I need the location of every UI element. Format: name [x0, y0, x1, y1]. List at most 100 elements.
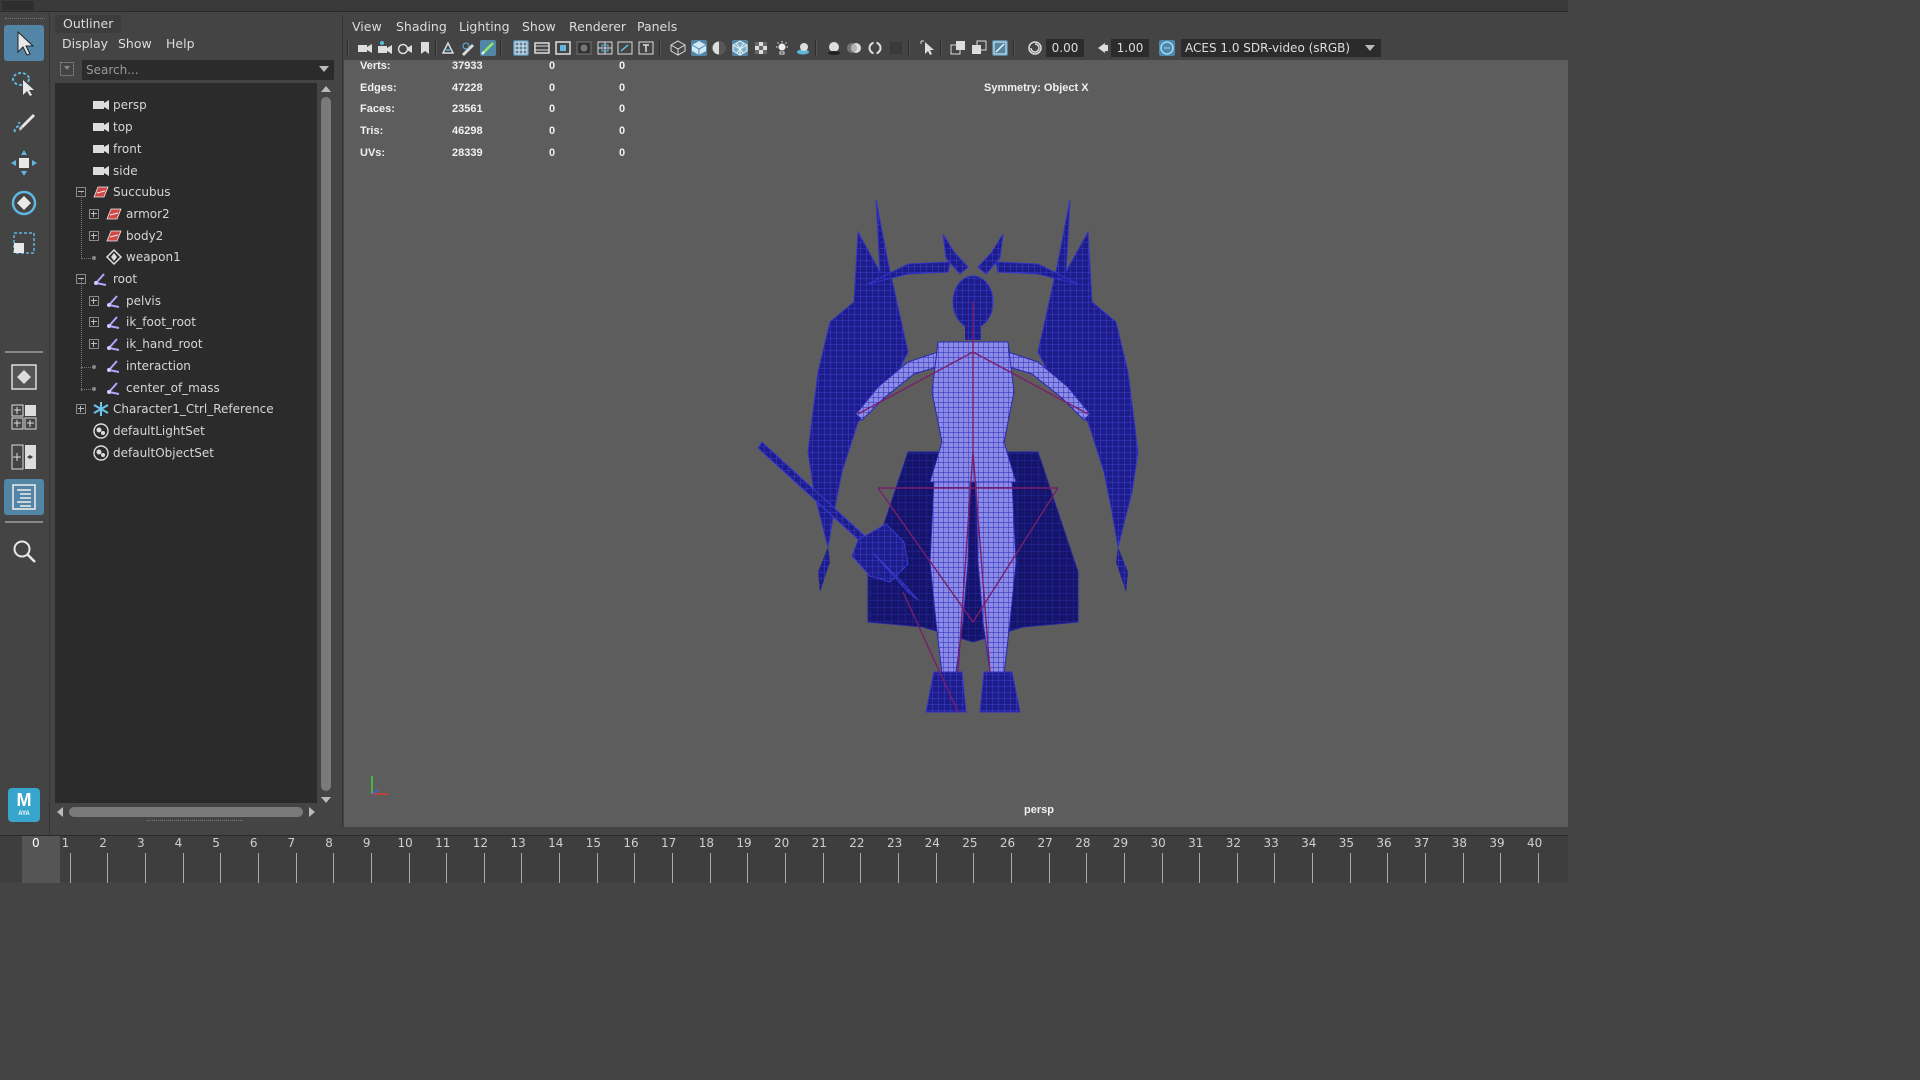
safe-title-icon[interactable] [638, 40, 654, 56]
field-chart-icon[interactable] [597, 40, 613, 56]
scroll-thumb[interactable] [321, 97, 331, 791]
search-tool-button[interactable] [4, 533, 44, 569]
outliner-item-character-ctrl-reference[interactable]: Character1_Ctrl_Reference [55, 399, 317, 420]
camera-attributes-icon[interactable] [377, 40, 393, 56]
filter-icon[interactable] [59, 61, 75, 77]
menu-help[interactable]: Help [166, 36, 195, 51]
outliner-item-center-of-mass[interactable]: center_of_mass [55, 378, 317, 399]
gamma-icon[interactable] [1094, 40, 1110, 56]
toolbar-divider [908, 40, 910, 56]
two-d-pan-zoom-icon[interactable] [440, 40, 456, 56]
side-by-side-layout-button[interactable] [4, 439, 44, 475]
exposure-field[interactable]: 0.00 [1046, 39, 1084, 57]
outliner-item-root[interactable]: root [55, 269, 317, 290]
four-view-layout-button[interactable] [4, 399, 44, 435]
wireframe-brush-icon[interactable] [480, 40, 496, 56]
menu-display[interactable]: Display [62, 36, 108, 51]
outliner-item-default-object-set[interactable]: defaultObjectSet [55, 443, 317, 464]
search-dropdown-icon[interactable] [319, 66, 329, 72]
textured-icon[interactable] [753, 40, 769, 56]
color-space-dropdown[interactable]: ACES 1.0 SDR-video (sRGB) [1181, 39, 1381, 57]
scroll-thumb[interactable] [69, 807, 303, 817]
screen-space-ao-icon[interactable] [826, 40, 842, 56]
outliner-item-body2[interactable]: body2 [55, 226, 317, 247]
move-tool-button[interactable] [4, 145, 44, 181]
outliner-item-front[interactable]: front [55, 139, 317, 160]
paint-select-tool-button[interactable] [4, 105, 44, 141]
collapse-icon[interactable] [76, 274, 86, 284]
grease-pencil-icon[interactable] [460, 40, 476, 56]
lasso-tool-button[interactable] [4, 65, 44, 101]
scroll-right-icon[interactable] [309, 807, 315, 817]
toolbox-grip[interactable] [5, 18, 45, 21]
outliner-vertical-scrollbar[interactable] [320, 83, 332, 803]
exposure-icon[interactable] [1027, 40, 1043, 56]
resolution-gate-icon[interactable] [555, 40, 571, 56]
scale-tool-button[interactable] [4, 225, 44, 261]
scroll-down-icon[interactable] [321, 797, 331, 803]
outliner-item-succubus[interactable]: Succubus [55, 182, 317, 203]
grid-icon[interactable] [513, 40, 529, 56]
outliner-item-side[interactable]: side [55, 161, 317, 182]
gamma-field[interactable]: 1.00 [1111, 39, 1149, 57]
depth-of-field-icon[interactable] [888, 40, 904, 56]
search-input[interactable] [82, 60, 334, 80]
outliner-item-top[interactable]: top [55, 117, 317, 138]
expand-icon[interactable] [89, 296, 99, 306]
xray-icon[interactable] [950, 40, 966, 56]
symmetry-readout: Symmetry: Object X [984, 82, 1089, 94]
color-management-icon[interactable] [1159, 40, 1175, 56]
outliner-layout-button[interactable] [4, 479, 44, 515]
smooth-shade-icon[interactable] [691, 40, 707, 56]
single-perspective-layout-button[interactable] [4, 359, 44, 395]
shelf-grip[interactable] [2, 1, 34, 10]
expand-icon[interactable] [89, 209, 99, 219]
outliner-tab[interactable]: Outliner [55, 15, 122, 33]
safe-action-icon[interactable] [617, 40, 633, 56]
outliner-item-weapon1[interactable]: weapon1 [55, 247, 317, 268]
outliner-item-armor2[interactable]: armor2 [55, 204, 317, 225]
image-plane-icon[interactable] [417, 40, 433, 56]
wireframe-on-shaded-icon[interactable] [732, 40, 748, 56]
menu-lighting[interactable]: Lighting [459, 19, 510, 34]
scroll-up-icon[interactable] [321, 86, 331, 92]
outliner-item-ik-foot-root[interactable]: ik_foot_root [55, 312, 317, 333]
outliner-item-default-light-set[interactable]: defaultLightSet [55, 421, 317, 442]
outliner-horizontal-scrollbar[interactable] [55, 805, 317, 819]
motion-blur-icon[interactable] [846, 40, 862, 56]
camera-bookmark-icon[interactable] [397, 40, 413, 56]
select-tool-button[interactable] [4, 25, 44, 61]
time-slider[interactable]: 0 1 2 3 4 5 6 7 8 9 10 11 12 13 14 15 16 17 18 19 20 21 22 23 2… [0, 835, 1568, 883]
menu-shading[interactable]: Shading [396, 19, 447, 34]
outliner-item-persp[interactable]: persp [55, 95, 317, 116]
xray-joints-icon[interactable] [992, 40, 1008, 56]
isolate-select-icon[interactable] [920, 40, 936, 56]
menu-view[interactable]: View [352, 19, 382, 34]
use-all-lights-icon[interactable] [774, 40, 790, 56]
collapse-icon[interactable] [76, 187, 86, 197]
viewport-3d[interactable]: Verts: 37933 0 0 Edges: 47228 0 0 Faces:… [344, 60, 1568, 827]
panel-resize-grip[interactable] [147, 820, 243, 823]
xray-active-components-icon[interactable] [971, 40, 987, 56]
rotate-tool-button[interactable] [4, 185, 44, 221]
scroll-left-icon[interactable] [57, 807, 63, 817]
expand-icon[interactable] [89, 339, 99, 349]
film-gate-icon[interactable] [534, 40, 550, 56]
shadows-icon[interactable] [795, 40, 811, 56]
gate-mask-icon[interactable] [576, 40, 592, 56]
expand-icon[interactable] [89, 231, 99, 241]
expand-icon[interactable] [89, 317, 99, 327]
select-camera-icon[interactable] [357, 40, 373, 56]
anti-aliasing-icon[interactable] [867, 40, 883, 56]
menu-show[interactable]: Show [118, 36, 152, 51]
outliner-item-ik-hand-root[interactable]: ik_hand_root [55, 334, 317, 355]
outliner-item-pelvis[interactable]: pelvis [55, 291, 317, 312]
menu-renderer[interactable]: Renderer [569, 19, 626, 34]
wireframe-shading-icon[interactable] [670, 40, 686, 56]
menu-panels[interactable]: Panels [637, 19, 677, 34]
expand-icon[interactable] [76, 404, 86, 414]
use-default-material-icon[interactable] [711, 40, 727, 56]
succubus-wireframe-model[interactable] [758, 152, 1188, 722]
menu-show[interactable]: Show [522, 19, 556, 34]
outliner-item-interaction[interactable]: interaction [55, 356, 317, 377]
